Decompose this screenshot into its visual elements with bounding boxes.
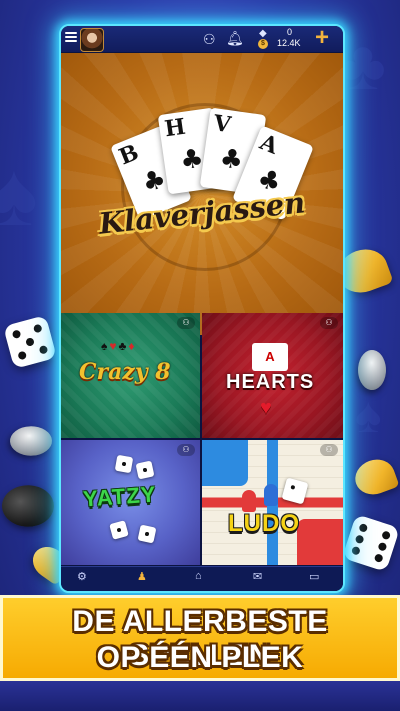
bell-icon[interactable]: 🔔︎ — [226, 30, 244, 47]
add-currency-button[interactable]: + — [315, 26, 329, 51]
bottom-navigation: ⚙ ♟ ⌂ ✉ ▭ — [61, 566, 343, 591]
footer — [0, 681, 400, 711]
dice-icon — [3, 315, 57, 369]
nav-trophy-icon[interactable]: ♟ — [137, 570, 147, 583]
game-tile-crazy-8[interactable]: ⚇ ♠♥♣♦ Crazy 8 — [61, 313, 200, 438]
friends-icon: ⚇ — [320, 317, 338, 329]
dice-icon — [109, 520, 129, 540]
pawn-icon — [242, 490, 256, 512]
game-tile-klaverjassen[interactable]: B ♣ H ♣ V ♣ A ♣ Klaverjassen — [61, 53, 343, 335]
chip-icon — [4, 422, 58, 460]
dice-icon — [342, 514, 400, 572]
nav-shop-icon[interactable]: ▭ — [309, 570, 319, 583]
dice-icon — [114, 454, 134, 474]
hamburger-icon[interactable] — [65, 32, 77, 42]
game-tile-hearts[interactable]: ⚇ A HEARTS ♥ — [202, 313, 343, 438]
gold-spade-icon — [350, 454, 400, 500]
nav-settings-icon[interactable]: ⚙ — [77, 570, 87, 583]
game-title: HEARTS — [226, 371, 315, 393]
phone-screen: ⚇ 🔔︎ ◆ 0 $ 12.4K + B ♣ H ♣ V ♣ A ♣ Klaverjas… — [59, 24, 345, 593]
suits-icon: ♠♥♣♦ — [101, 339, 137, 353]
friends-icon[interactable]: ⚇ — [203, 31, 216, 48]
friends-icon: ⚇ — [177, 444, 195, 456]
coin-icon: $ — [258, 39, 268, 49]
coin-count: 12.4K — [277, 38, 301, 48]
spade-decoration-icon: ♠ — [355, 387, 382, 443]
spade-decoration-icon: ♣ — [340, 26, 386, 104]
dice-icon — [135, 460, 155, 480]
top-bar: ⚇ 🔔︎ ◆ 0 $ 12.4K + — [61, 26, 343, 52]
avatar[interactable] — [80, 28, 104, 52]
game-title: Crazy 8 — [79, 359, 171, 385]
promo-banner: DE ALLERBESTE SPELLEN OP ÉÉN PLEK — [0, 595, 400, 681]
dice-icon — [137, 524, 157, 544]
spade-decoration-icon: ♠ — [0, 145, 38, 245]
chip-icon — [0, 479, 62, 533]
heart-icon: ♥ — [260, 397, 272, 419]
friends-icon: ⚇ — [320, 444, 338, 456]
playing-card: A — [252, 343, 288, 371]
pawn-icon — [264, 484, 278, 506]
game-title: YATZY — [82, 481, 158, 512]
friends-icon: ⚇ — [177, 317, 195, 329]
game-title: LUDO — [228, 510, 300, 537]
banner-line-2: OP ÉÉN PLEK — [96, 641, 304, 674]
nav-chat-icon[interactable]: ✉ — [253, 570, 262, 583]
gem-count: 0 — [287, 27, 293, 37]
diamond-icon: ◆ — [259, 28, 267, 39]
game-tile-ludo[interactable]: ⚇ LUDO — [202, 440, 343, 565]
game-tile-yatzy[interactable]: ⚇ YATZY — [61, 440, 200, 565]
nav-home-icon[interactable]: ⌂ — [195, 570, 202, 582]
